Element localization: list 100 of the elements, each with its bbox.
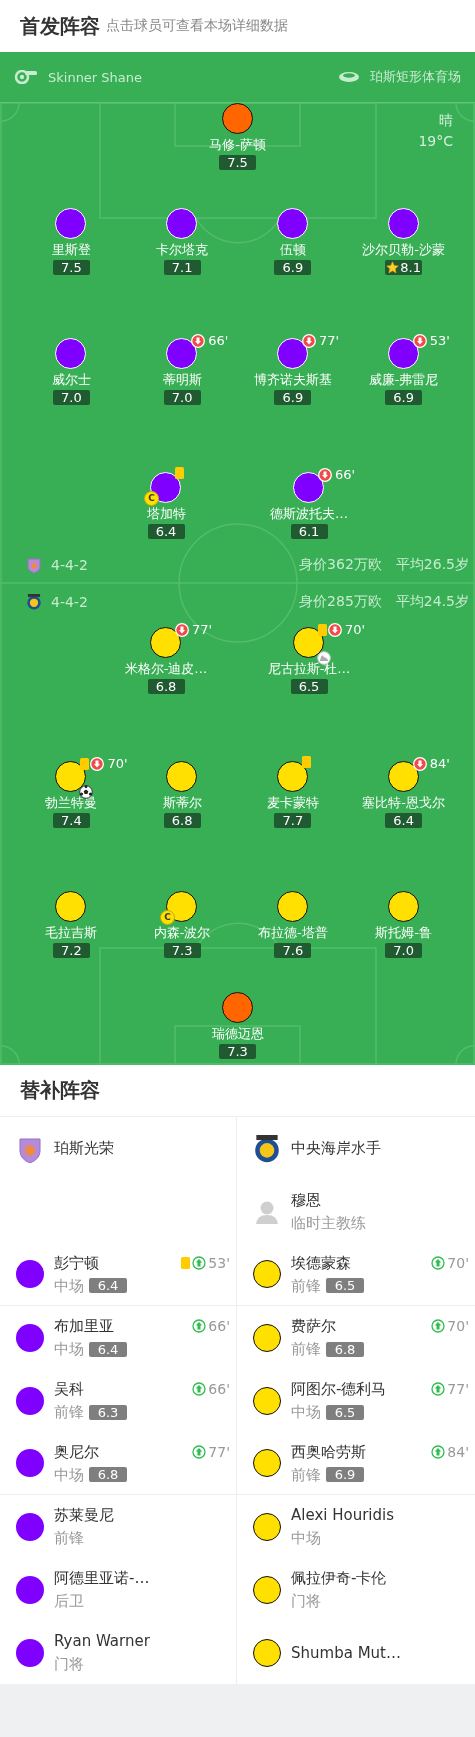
- average-age: 平均26.5岁: [395, 556, 469, 574]
- player-name: Alexi Houridis: [291, 1505, 394, 1525]
- player-rating: 6.3: [89, 1404, 127, 1420]
- sub-out-icon: [328, 622, 342, 637]
- substitution-minute: 66': [335, 467, 356, 482]
- section-subtitle: 点击球员可查看本场详细数据: [106, 17, 288, 35]
- sub-out-icon: [412, 756, 427, 771]
- player-rating: 7.0: [163, 390, 201, 405]
- section-title: 替补阵容: [20, 1077, 100, 1104]
- substitution-minute: 53': [208, 1255, 230, 1271]
- player-rating: 6.9: [274, 260, 312, 275]
- player-rating: 6.5: [326, 1278, 364, 1293]
- player-name: 米格尔-迪皮…: [124, 661, 208, 677]
- sub-in-icon: [431, 1382, 446, 1396]
- player-position: 前锋: [291, 1464, 321, 1485]
- player-rating: 7.0: [52, 390, 90, 405]
- market-value: 身价362万欧: [299, 556, 382, 574]
- player-rating: 6.4: [89, 1341, 127, 1357]
- sub-out-icon: [90, 756, 105, 771]
- substitution-minute: 84': [429, 756, 450, 771]
- player-name: Ryan Warner: [54, 1631, 150, 1651]
- player-name: 彭宁顿: [54, 1252, 100, 1273]
- sub-out-icon: [318, 467, 332, 482]
- player-name: 里斯登: [51, 242, 91, 258]
- player-rating: 6.5: [326, 1404, 364, 1420]
- player-name: 尼古拉斯-杜…: [267, 661, 351, 677]
- player-position: 中场: [54, 1464, 84, 1485]
- sub-out-icon: [191, 333, 206, 348]
- player-rating: 6.9: [326, 1467, 364, 1482]
- player-name: 布拉德-塔普: [258, 925, 328, 941]
- team-name: 中央海岸水手: [291, 1139, 381, 1158]
- player-position: 门将: [291, 1591, 321, 1611]
- substitution-minute: 66': [208, 1381, 230, 1397]
- player-rating: 7.1: [163, 260, 201, 275]
- substitution-minute: 77': [318, 333, 339, 348]
- player-rating: 6.8: [89, 1467, 127, 1482]
- player-name: 毛拉吉斯: [45, 925, 98, 941]
- player-name: 麦卡蒙特: [266, 795, 319, 811]
- player-rating: 8.1: [400, 260, 421, 275]
- sub-in-icon: [431, 1445, 446, 1459]
- sub-in-icon: [431, 1256, 446, 1270]
- temperature: 19°C: [418, 132, 453, 150]
- substitution-minute: 70': [345, 622, 366, 637]
- market-value: 身价285万欧: [299, 593, 382, 611]
- player-rating: 6.1: [290, 524, 328, 539]
- player-name: 勃兰特曼: [45, 795, 98, 811]
- player-rating: 7.4: [52, 813, 90, 828]
- substitution-minute: 66': [208, 1318, 230, 1334]
- player-name: 费萨尔: [291, 1316, 337, 1336]
- substitution-minute: 70': [447, 1318, 469, 1334]
- player-name: 斯托姆-鲁: [375, 925, 432, 941]
- player-rating: 6.5: [290, 679, 328, 694]
- sub-out-icon: [301, 333, 316, 348]
- player-rating: 7.6: [274, 943, 312, 958]
- player-position: 前锋: [54, 1402, 84, 1422]
- player-name: 卡尔塔克: [156, 242, 209, 258]
- player-name: 佩拉伊奇-卡伦: [291, 1568, 387, 1588]
- player-name: 蒂明斯: [162, 372, 202, 388]
- player-position: 后卫: [54, 1591, 84, 1611]
- player-position: 中场: [54, 1275, 84, 1296]
- player-name: 苏莱曼尼: [54, 1505, 114, 1525]
- round-crest-icon: [253, 1134, 281, 1163]
- player-name: 威尔士: [51, 372, 91, 388]
- player-name: 布加里亚: [54, 1316, 115, 1336]
- player-name: 塔加特: [146, 506, 186, 522]
- player-position: 前锋: [291, 1339, 321, 1359]
- player-name: 德斯波托夫…: [270, 506, 348, 522]
- player-rating: 6.4: [147, 524, 185, 539]
- player-rating: 7.0: [385, 943, 423, 958]
- whistle-icon: [14, 70, 38, 84]
- player-position: 中场: [291, 1528, 321, 1548]
- player-name: 阿图尔-德利马: [291, 1379, 387, 1399]
- player-position: 中场: [54, 1339, 84, 1359]
- player-name: 奥尼尔: [54, 1441, 100, 1462]
- coach-name: 穆恩: [291, 1190, 322, 1210]
- player-rating: 6.4: [385, 813, 423, 828]
- sub-in-icon: [192, 1382, 207, 1396]
- player-rating: 6.8: [147, 679, 185, 694]
- player-name: Shumba Mut…: [291, 1642, 401, 1663]
- player-rating: 6.9: [274, 390, 312, 405]
- stadium-icon: [338, 70, 360, 84]
- weather-text: 晴: [439, 111, 453, 129]
- player-name: 沙尔贝勒-沙蒙: [362, 242, 445, 258]
- captain-badge: C: [160, 910, 176, 925]
- formation: 4-4-2: [51, 557, 88, 573]
- player-position: 前锋: [291, 1275, 321, 1296]
- formation: 4-4-2: [51, 594, 88, 610]
- player-rating: 6.8: [326, 1341, 364, 1357]
- player-rating: 6.4: [89, 1278, 127, 1293]
- player-name: 博齐诺夫斯基: [253, 372, 332, 388]
- coach-role: 临时主教练: [291, 1213, 366, 1233]
- player-name: 威廉-弗雷尼: [368, 372, 439, 388]
- player-name: 吴科: [54, 1379, 85, 1399]
- player-name: 伍顿: [279, 242, 306, 258]
- referee-name: Skinner Shane: [48, 69, 143, 85]
- player-name: 瑞德迈恩: [211, 1026, 264, 1042]
- player-name: 西奥哈劳斯: [291, 1441, 366, 1462]
- sub-out-icon: [175, 622, 189, 637]
- substitution-minute: 66': [208, 333, 229, 348]
- average-age: 平均24.5岁: [395, 593, 469, 611]
